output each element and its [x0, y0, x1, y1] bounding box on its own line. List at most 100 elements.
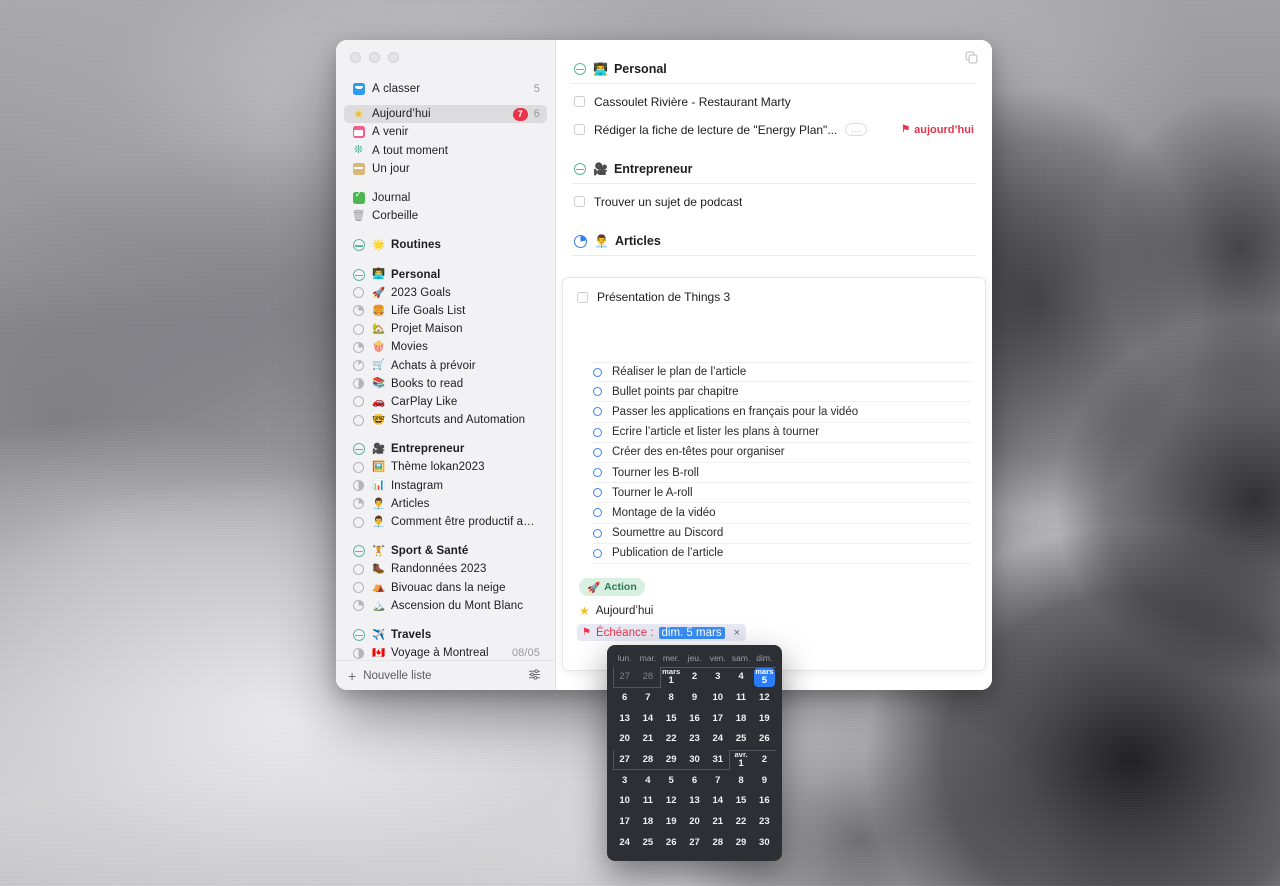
calendar-day-cell[interactable]: 28 [636, 667, 659, 688]
calendar-day-cell[interactable]: 24 [706, 729, 729, 750]
sidebar-project-ascension-du-mont-blanc[interactable]: 🏔️ Ascension du Mont Blanc [344, 597, 547, 615]
calendar-day-cell[interactable]: 13 [683, 791, 706, 812]
checklist-item[interactable]: Tourner le A-roll [593, 483, 971, 504]
checklist-checkbox[interactable] [593, 488, 602, 498]
calendar-day-cell[interactable]: 26 [660, 833, 683, 854]
checklist-item[interactable]: Tourner les B-roll [593, 463, 971, 484]
tag-action[interactable]: 🚀 Action [579, 578, 645, 597]
sidebar-project-movies[interactable]: 🍿 Movies [344, 338, 547, 356]
calendar-day-cell[interactable]: avr. 1 [729, 750, 752, 771]
task-deadline-field[interactable]: ⚑ Échéance : dim. 5 mars × [577, 624, 747, 642]
checklist-item[interactable]: Soumettre au Discord [593, 524, 971, 544]
calendar-day-cell[interactable]: mars 1 [660, 667, 683, 688]
calendar-day-cell[interactable]: mars 5 [753, 667, 776, 688]
sidebar-project-books-to-read[interactable]: 📚 Books to read [344, 375, 547, 393]
calendar-day-cell[interactable]: 7 [636, 688, 659, 709]
sidebar-area-entrepreneur[interactable]: 🎥 Entrepreneur [344, 440, 547, 458]
sidebar-project-life-goals-list[interactable]: 🍔 Life Goals List [344, 302, 547, 320]
calendar-day-cell[interactable]: 27 [613, 667, 636, 688]
calendar-grid[interactable]: lun. mar. mer. jeu. ven. sam. dim. 27 28 m… [613, 652, 776, 853]
calendar-day-cell[interactable]: 8 [660, 688, 683, 709]
checklist-checkbox[interactable] [593, 427, 602, 437]
calendar-day-cell[interactable]: 14 [636, 708, 659, 729]
checklist-checkbox[interactable] [593, 447, 602, 457]
calendar-day-cell[interactable]: 20 [613, 729, 636, 750]
checklist-checkbox[interactable] [593, 367, 602, 377]
sidebar-project-articles[interactable]: 👨‍💼 Articles [344, 495, 547, 513]
calendar-day-cell[interactable]: 22 [729, 812, 752, 833]
calendar-day-cell[interactable]: 27 [683, 833, 706, 854]
sidebar-project-instagram[interactable]: 📊 Instagram [344, 477, 547, 495]
calendar-day-cell[interactable]: 28 [636, 750, 659, 771]
calendar-day-cell[interactable]: 31 [706, 750, 729, 771]
open-task-card[interactable]: Présentation de Things 3 Réaliser le pla… [562, 277, 986, 671]
calendar-day-cell[interactable]: 2 [683, 667, 706, 688]
sidebar-project-2023-goals[interactable]: 🚀 2023 Goals [344, 284, 547, 302]
clear-deadline-icon[interactable]: × [734, 627, 740, 639]
calendar-day-cell[interactable]: 16 [683, 708, 706, 729]
checklist-checkbox[interactable] [593, 508, 602, 518]
sidebar-project-carplay-like[interactable]: 🚗 CarPlay Like [344, 393, 547, 411]
calendar-day-cell[interactable]: 20 [683, 812, 706, 833]
calendar-day-cell[interactable]: 5 [660, 770, 683, 791]
calendar-day-cell[interactable]: 24 [613, 833, 636, 854]
calendar-day-cell[interactable]: 4 [636, 770, 659, 791]
sidebar-area-travels[interactable]: ✈️ Travels [344, 626, 547, 644]
duplicate-icon[interactable] [965, 51, 978, 64]
calendar-day-cell[interactable]: 13 [613, 708, 636, 729]
sliders-icon[interactable] [528, 668, 541, 684]
calendar-day-cell[interactable]: 2 [753, 750, 776, 771]
sidebar-project-theme-lokan2023[interactable]: 🖼️ Thème lokan2023 [344, 458, 547, 476]
todo-checkbox[interactable] [574, 124, 585, 135]
calendar-day-cell[interactable]: 15 [660, 708, 683, 729]
sidebar-project-achats-a-prevoir[interactable]: 🛒 Achats à prévoir [344, 356, 547, 374]
calendar-day-cell[interactable]: 29 [729, 833, 752, 854]
task-when-row[interactable]: ★ Aujourd’hui [577, 604, 971, 618]
zoom-button[interactable] [388, 52, 399, 63]
close-button[interactable] [350, 52, 361, 63]
checklist-checkbox[interactable] [593, 468, 602, 478]
date-picker-popover[interactable]: lun. mar. mer. jeu. ven. sam. dim. 27 28 m… [607, 645, 782, 862]
sidebar-item-corbeille[interactable]: 🗑 Corbeille [344, 207, 547, 225]
minimize-button[interactable] [369, 52, 380, 63]
calendar-day-cell[interactable]: 21 [636, 729, 659, 750]
sidebar-item-a-venir[interactable]: À venir [344, 123, 547, 141]
calendar-day-cell[interactable]: 15 [729, 791, 752, 812]
sidebar-project-bivouac-dans-la-neige[interactable]: ⛺ Bivouac dans la neige [344, 579, 547, 597]
calendar-day-cell[interactable]: 4 [729, 667, 752, 688]
checklist-checkbox[interactable] [593, 407, 602, 417]
calendar-day-cell[interactable]: 30 [683, 750, 706, 771]
calendar-day-cell[interactable]: 11 [636, 791, 659, 812]
calendar-day-cell[interactable]: 29 [660, 750, 683, 771]
checklist-item[interactable]: Ecrire l’article et lister les plans à t… [593, 423, 971, 443]
calendar-day-cell[interactable]: 3 [613, 770, 636, 791]
calendar-day-cell[interactable]: 30 [753, 833, 776, 854]
sidebar-area-sport-sante[interactable]: 🏋️ Sport & Santé [344, 542, 547, 560]
calendar-day-cell[interactable]: 6 [683, 770, 706, 791]
sidebar-project-projet-maison[interactable]: 🏡 Projet Maison [344, 320, 547, 338]
calendar-day-cell[interactable]: 9 [753, 770, 776, 791]
todo-row[interactable]: Trouver un sujet de podcast [572, 191, 976, 212]
sidebar-item-journal[interactable]: Journal [344, 189, 547, 207]
checklist-checkbox[interactable] [593, 548, 602, 558]
calendar-day-cell[interactable]: 17 [706, 708, 729, 729]
deadline-value[interactable]: dim. 5 mars [658, 626, 725, 639]
checklist-item[interactable]: Créer des en-têtes pour organiser [593, 443, 971, 463]
calendar-day-cell[interactable]: 21 [706, 812, 729, 833]
calendar-body[interactable]: 27 28 mars 1 2 3 4 mars 5 6 7 8 9 10 11 12 13 14 15 16 17 18 1… [613, 667, 776, 853]
calendar-day-cell[interactable]: 19 [660, 812, 683, 833]
calendar-day-cell[interactable]: 17 [613, 812, 636, 833]
calendar-day-cell[interactable]: 9 [683, 688, 706, 709]
new-list-button[interactable]: + Nouvelle liste [348, 669, 432, 683]
checklist-checkbox[interactable] [593, 528, 602, 538]
todo-row[interactable]: Rédiger la fiche de lecture de "Energy P… [572, 119, 976, 140]
calendar-day-cell[interactable]: 14 [706, 791, 729, 812]
calendar-day-cell[interactable]: 7 [706, 770, 729, 791]
sidebar-item-a-classer[interactable]: À classer 5 [344, 80, 547, 98]
checklist-checkbox[interactable] [593, 387, 602, 397]
sidebar-item-a-tout-moment[interactable]: ❊ À tout moment [344, 142, 547, 160]
sidebar-item-aujourdhui[interactable]: ★ Aujourd’hui 7 6 [344, 105, 547, 124]
calendar-day-cell[interactable]: 16 [753, 791, 776, 812]
sidebar-area-routines[interactable]: 🌟 Routines [344, 236, 547, 254]
calendar-day-cell[interactable]: 18 [729, 708, 752, 729]
